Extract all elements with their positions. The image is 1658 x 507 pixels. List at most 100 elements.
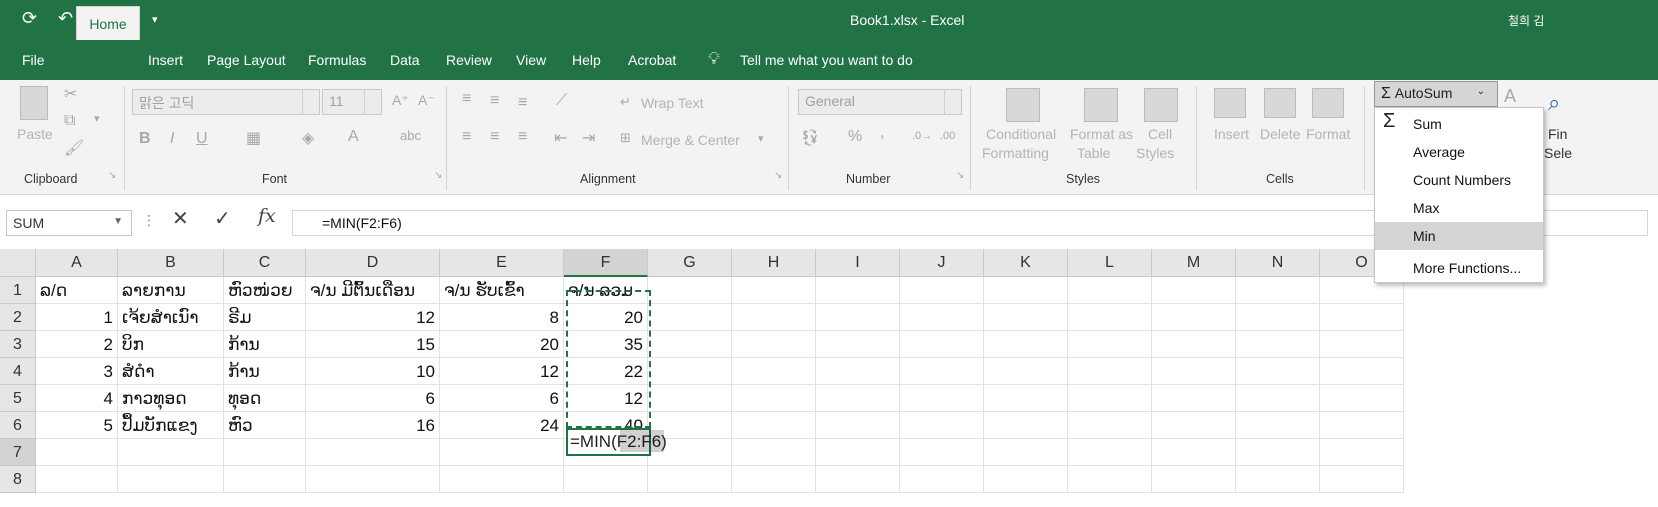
insert-cells-icon[interactable]: [1214, 88, 1246, 118]
tab-formulas[interactable]: Formulas: [308, 52, 366, 68]
row-header-3[interactable]: 3: [0, 331, 36, 358]
row-header-2[interactable]: 2: [0, 304, 36, 331]
cell-c2[interactable]: ຣີມ: [224, 304, 306, 331]
cell-d6[interactable]: 16: [306, 412, 440, 439]
cell-n1[interactable]: [1236, 277, 1320, 304]
cell-m6[interactable]: [1152, 412, 1236, 439]
conditional-formatting-label-2[interactable]: Formatting: [982, 145, 1049, 161]
cell-o6[interactable]: [1320, 412, 1404, 439]
font-size-select[interactable]: 11: [322, 89, 382, 115]
tell-me-box[interactable]: Tell me what you want to do: [740, 52, 913, 68]
cell-g5[interactable]: [648, 385, 732, 412]
cell-a5[interactable]: 4: [36, 385, 118, 412]
chevron-down-icon[interactable]: ▾: [94, 112, 100, 125]
chevron-down-icon[interactable]: ▼: [113, 216, 123, 227]
cell-j8[interactable]: [900, 466, 984, 493]
cell-h1[interactable]: [732, 277, 816, 304]
cell-b1[interactable]: ລາຍການ: [118, 277, 224, 304]
column-header-g[interactable]: G: [648, 249, 732, 277]
row-header-8[interactable]: 8: [0, 466, 36, 493]
cell-styles-label[interactable]: Cell: [1148, 126, 1172, 142]
cell-d4[interactable]: 10: [306, 358, 440, 385]
menu-item-min[interactable]: Min: [1375, 222, 1543, 250]
dialog-launcher-icon[interactable]: ↘: [434, 170, 442, 181]
cell-h2[interactable]: [732, 304, 816, 331]
dialog-launcher-icon[interactable]: ↘: [108, 170, 116, 181]
cell-m1[interactable]: [1152, 277, 1236, 304]
column-header-m[interactable]: M: [1152, 249, 1236, 277]
column-header-n[interactable]: N: [1236, 249, 1320, 277]
align-center-icon[interactable]: ≡: [490, 128, 499, 146]
font-name-select[interactable]: 맑은 고딕: [132, 89, 320, 115]
align-bottom-icon[interactable]: ≡: [518, 94, 527, 112]
cell-k5[interactable]: [984, 385, 1068, 412]
cell-a2[interactable]: 1: [36, 304, 118, 331]
cell-e6[interactable]: 24: [440, 412, 564, 439]
cell-i5[interactable]: [816, 385, 900, 412]
cell-o7[interactable]: [1320, 439, 1404, 466]
cell-l7[interactable]: [1068, 439, 1152, 466]
menu-item-average[interactable]: Average: [1375, 138, 1543, 166]
cell-c1[interactable]: ຫົວໜ່ວຍ: [224, 277, 306, 304]
row-header-1[interactable]: 1: [0, 277, 36, 304]
cell-i7[interactable]: [816, 439, 900, 466]
tab-file[interactable]: File: [22, 52, 45, 68]
cut-icon[interactable]: ✂: [64, 84, 77, 104]
column-header-l[interactable]: L: [1068, 249, 1152, 277]
cell-c5[interactable]: ທຸອດ: [224, 385, 306, 412]
cell-h8[interactable]: [732, 466, 816, 493]
cell-f8[interactable]: [564, 466, 648, 493]
column-header-j[interactable]: J: [900, 249, 984, 277]
cell-l2[interactable]: [1068, 304, 1152, 331]
cell-c3[interactable]: ກ້ານ: [224, 331, 306, 358]
cell-l4[interactable]: [1068, 358, 1152, 385]
delete-cells-button[interactable]: Delete: [1260, 126, 1300, 142]
increase-indent-icon[interactable]: ⇥: [582, 128, 595, 148]
cell-j3[interactable]: [900, 331, 984, 358]
column-header-f[interactable]: F: [564, 249, 648, 277]
cell-m5[interactable]: [1152, 385, 1236, 412]
column-header-d[interactable]: D: [306, 249, 440, 277]
conditional-formatting-label[interactable]: Conditional: [986, 126, 1056, 142]
cell-a4[interactable]: 3: [36, 358, 118, 385]
align-left-icon[interactable]: ≡: [462, 128, 471, 146]
cell-styles-icon[interactable]: [1144, 88, 1178, 122]
customize-qat-icon[interactable]: ▾: [152, 13, 158, 26]
cell-m8[interactable]: [1152, 466, 1236, 493]
phonetic-icon[interactable]: abc: [400, 128, 421, 143]
format-painter-icon[interactable]: 🖌︎: [64, 138, 84, 158]
cell-g8[interactable]: [648, 466, 732, 493]
cell-h6[interactable]: [732, 412, 816, 439]
increase-decimal-icon[interactable]: .0→: [912, 130, 932, 142]
align-middle-icon[interactable]: ≡: [490, 92, 499, 110]
cell-j7[interactable]: [900, 439, 984, 466]
cell-styles-label-2[interactable]: Styles: [1136, 145, 1174, 161]
tab-insert[interactable]: Insert: [148, 52, 183, 68]
cell-e1[interactable]: ຈ/ນ ຮັບເຂົ້າ: [440, 277, 564, 304]
cell-n6[interactable]: [1236, 412, 1320, 439]
cell-b2[interactable]: ເຈ້ຍສຳເນົາ: [118, 304, 224, 331]
autosum-button[interactable]: Σ AutoSum ⌄: [1374, 81, 1498, 107]
delete-cells-icon[interactable]: [1264, 88, 1296, 118]
orientation-icon[interactable]: ⟋: [556, 92, 567, 110]
tab-data[interactable]: Data: [390, 52, 420, 68]
format-as-table-label-2[interactable]: Table: [1077, 145, 1110, 161]
tab-help[interactable]: Help: [572, 52, 601, 68]
cell-j2[interactable]: [900, 304, 984, 331]
dialog-launcher-icon[interactable]: ↘: [774, 170, 782, 181]
enter-icon[interactable]: ✓: [214, 206, 231, 231]
tab-page-layout[interactable]: Page Layout: [207, 52, 286, 68]
cell-n4[interactable]: [1236, 358, 1320, 385]
fill-color-icon[interactable]: ◈: [302, 128, 314, 148]
format-as-table-icon[interactable]: [1084, 88, 1118, 122]
cell-m3[interactable]: [1152, 331, 1236, 358]
number-format-select[interactable]: General: [798, 89, 962, 115]
find-select-label[interactable]: Fin: [1548, 126, 1567, 142]
tab-acrobat[interactable]: Acrobat: [628, 52, 676, 68]
cell-n7[interactable]: [1236, 439, 1320, 466]
cell-i3[interactable]: [816, 331, 900, 358]
cell-m7[interactable]: [1152, 439, 1236, 466]
italic-button[interactable]: I: [170, 130, 174, 148]
cell-e8[interactable]: [440, 466, 564, 493]
cell-l1[interactable]: [1068, 277, 1152, 304]
